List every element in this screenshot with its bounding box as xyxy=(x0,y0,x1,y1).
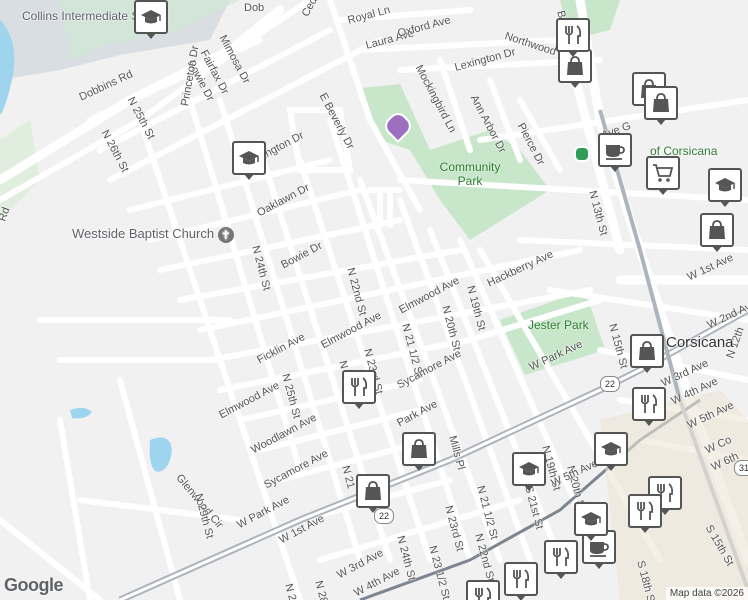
school-icon xyxy=(581,512,601,526)
shopping-cart-icon xyxy=(653,164,674,182)
restaurant-pin[interactable] xyxy=(628,494,662,533)
restaurant-icon xyxy=(565,25,582,44)
map-attribution[interactable]: Map data ©2026 xyxy=(665,587,748,600)
cafe-pin[interactable] xyxy=(598,133,632,172)
shopping-pin[interactable] xyxy=(402,432,436,471)
shopping-pin[interactable] xyxy=(644,86,678,125)
park-marker-icon[interactable] xyxy=(574,146,590,162)
restaurant-icon xyxy=(351,377,368,396)
restaurant-pin[interactable] xyxy=(504,562,538,600)
school-pin[interactable] xyxy=(708,168,742,207)
shopping-pin[interactable] xyxy=(700,213,734,252)
church-icon: ✝ xyxy=(217,226,234,243)
restaurant-icon xyxy=(475,587,492,600)
school-pin[interactable] xyxy=(232,141,266,180)
pond-water-small xyxy=(70,407,92,419)
shopping-bag-icon xyxy=(653,93,669,112)
school-pin[interactable] xyxy=(574,502,608,541)
restaurant-pin[interactable] xyxy=(544,540,578,579)
jester-park-label[interactable]: Jester Park xyxy=(528,318,589,332)
community-park-name: Community Park xyxy=(439,160,501,188)
restaurant-icon xyxy=(553,547,570,566)
school-pin[interactable] xyxy=(594,432,628,471)
school-pin[interactable] xyxy=(512,452,546,491)
grocery-pin[interactable] xyxy=(646,156,680,195)
school-icon xyxy=(601,442,621,456)
school-icon xyxy=(519,462,539,476)
restaurant-icon xyxy=(513,569,530,588)
shopping-bag-icon xyxy=(639,341,655,360)
google-logo[interactable]: Google xyxy=(4,575,64,596)
restaurant-icon xyxy=(641,394,658,413)
shopping-bag-icon xyxy=(365,481,381,500)
community-park-label[interactable]: Community Park xyxy=(430,160,510,188)
school-icon xyxy=(239,151,259,165)
restaurant-pin[interactable] xyxy=(556,18,590,57)
school-pin[interactable] xyxy=(134,0,168,39)
school-icon xyxy=(141,10,161,24)
shopping-pin[interactable] xyxy=(356,474,390,513)
shopping-bag-icon xyxy=(411,439,427,458)
highway-31-shield: 31 xyxy=(734,460,748,476)
cafe-icon xyxy=(606,145,625,160)
church-name: Westside Baptist Church xyxy=(72,226,215,241)
shopping-pin[interactable] xyxy=(630,334,664,373)
restaurant-pin[interactable] xyxy=(466,580,500,600)
street-label: Dob xyxy=(244,2,265,14)
shopping-bag-icon xyxy=(567,56,583,75)
city-label: Corsicana xyxy=(666,334,734,351)
highway-22-shield: 22 xyxy=(600,376,620,392)
shopping-bag-icon xyxy=(709,220,725,239)
map-canvas[interactable]: Dobbins Rd N 25th St N 26th St Fairfax D… xyxy=(0,0,748,600)
restaurant-pin[interactable] xyxy=(632,387,666,426)
church-label[interactable]: Westside Baptist Church ✝ xyxy=(72,226,234,243)
pond-water xyxy=(149,437,172,472)
restaurant-icon xyxy=(637,501,654,520)
school-icon xyxy=(715,178,735,192)
restaurant-pin[interactable] xyxy=(342,370,376,409)
